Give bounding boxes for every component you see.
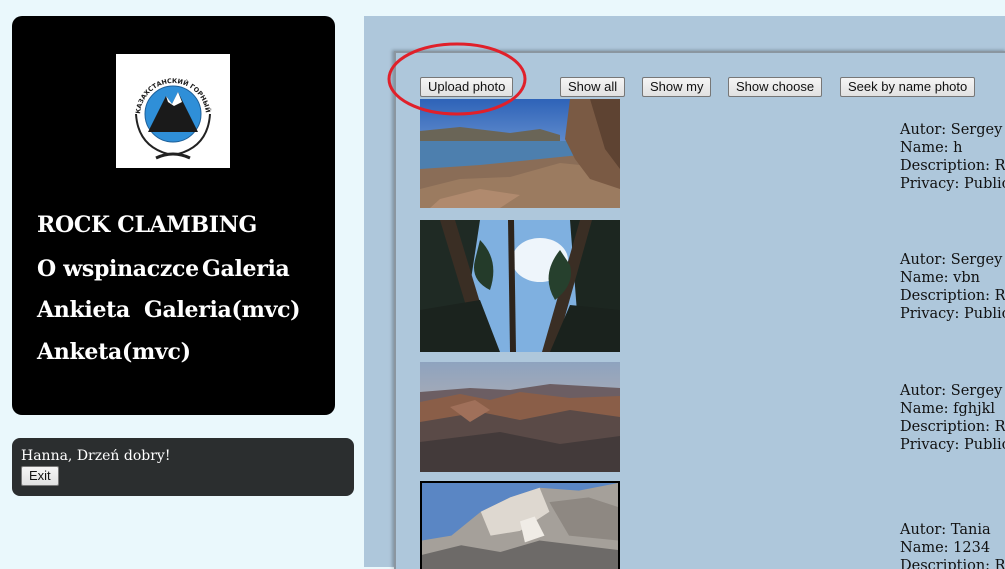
nav-link-survey[interactable]: Ankieta	[37, 297, 130, 323]
nav-link-about[interactable]: O wspinaczce	[37, 256, 199, 282]
photo-privacy: Privacy: Public	[900, 176, 1005, 192]
club-logo: КАЗАХСТАНСКИЙ ГОРНЫЙ КЛУБ	[116, 54, 230, 168]
upload-photo-button[interactable]: Upload photo	[420, 77, 514, 97]
nav-link-gallery-mvc[interactable]: Galeria(mvc)	[144, 297, 301, 323]
photo-info: Autor: Sergey Name: h Description: RO Pr…	[900, 121, 1005, 193]
photo-author: Autor: Tania	[900, 522, 991, 538]
exit-button[interactable]: Exit	[21, 466, 59, 486]
photo-name: Name: vbn	[900, 270, 980, 286]
photo-name: Name: h	[900, 140, 963, 156]
seek-by-name-button[interactable]: Seek by name photo	[840, 77, 976, 97]
photo-author: Autor: Sergey	[900, 122, 1003, 138]
photo-description: Description: RO	[900, 158, 1005, 174]
forest-sky-image	[420, 220, 620, 352]
photo-thumbnail[interactable]	[420, 99, 620, 208]
mountain-logo-icon: КАЗАХСТАНСКИЙ ГОРНЫЙ КЛУБ	[116, 54, 230, 168]
photo-author: Autor: Sergey	[900, 252, 1003, 268]
nav-link-survey-mvc[interactable]: Anketa(mvc)	[37, 339, 191, 365]
canyon-image	[420, 362, 620, 472]
photo-info: Autor: Sergey Name: fghjkl Description: …	[900, 382, 1005, 454]
photo-thumbnail[interactable]	[420, 220, 620, 352]
photo-info: Autor: Tania Name: 1234 Description: RO	[900, 521, 1005, 569]
photo-privacy: Privacy: Public	[900, 437, 1005, 453]
show-all-button[interactable]: Show all	[560, 77, 626, 97]
photo-description: Description: RO	[900, 288, 1005, 304]
photo-description: Description: RO	[900, 419, 1005, 435]
photo-thumbnail[interactable]	[420, 362, 620, 472]
greeting-text: Hanna, Drzeń dobry!	[21, 448, 171, 464]
photo-privacy: Privacy: Public	[900, 306, 1005, 322]
photo-description: Description: RO	[900, 558, 1005, 569]
main-content: Upload photo Show all Show my Show choos…	[364, 16, 1005, 569]
sidebar-nav: КАЗАХСТАНСКИЙ ГОРНЫЙ КЛУБ ROCK CLAMBING …	[12, 16, 335, 415]
photo-author: Autor: Sergey	[900, 383, 1003, 399]
nav-link-gallery[interactable]: Galeria	[202, 256, 290, 282]
rocky-peak-image	[422, 483, 618, 569]
site-title: ROCK CLAMBING	[37, 212, 258, 238]
photo-thumbnail[interactable]	[420, 481, 620, 569]
photo-name: Name: fghjkl	[900, 401, 996, 417]
photo-name: Name: 1234	[900, 540, 991, 556]
lake-landscape-image	[420, 99, 620, 208]
gallery-panel: Upload photo Show all Show my Show choos…	[394, 51, 1005, 569]
user-panel: Hanna, Drzeń dobry! Exit	[12, 438, 354, 496]
show-choose-button[interactable]: Show choose	[728, 77, 823, 97]
show-my-button[interactable]: Show my	[642, 77, 712, 97]
photo-info: Autor: Sergey Name: vbn Description: RO …	[900, 251, 1005, 323]
